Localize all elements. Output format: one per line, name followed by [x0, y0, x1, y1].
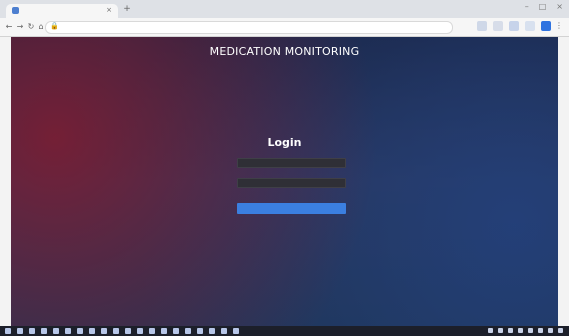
password-input[interactable]: [243, 179, 345, 187]
extension-icon[interactable]: [477, 21, 487, 31]
tray-icon[interactable]: [508, 328, 513, 333]
profile-icon[interactable]: [541, 21, 551, 31]
taskbar-left: [5, 328, 239, 334]
tray-icon[interactable]: [488, 328, 493, 333]
taskbar-app-icon[interactable]: [173, 328, 179, 334]
username-input[interactable]: [243, 159, 345, 167]
taskbar: [0, 326, 569, 336]
tray-icon[interactable]: [538, 328, 543, 333]
extension-icon[interactable]: [509, 21, 519, 31]
browser-toolbar: ← → ↻ ⌂ 🔒 ⋮: [0, 18, 569, 37]
taskbar-app-icon[interactable]: [29, 328, 35, 334]
taskbar-app-icon[interactable]: [101, 328, 107, 334]
close-tab-icon[interactable]: ×: [106, 6, 112, 14]
taskbar-app-icon[interactable]: [185, 328, 191, 334]
close-window-icon[interactable]: ×: [556, 2, 563, 11]
maximize-icon[interactable]: □: [539, 2, 547, 11]
taskbar-app-icon[interactable]: [125, 328, 131, 334]
taskbar-app-icon[interactable]: [53, 328, 59, 334]
taskbar-app-icon[interactable]: [89, 328, 95, 334]
login-title: Login: [267, 136, 302, 149]
address-bar[interactable]: 🔒: [45, 21, 453, 34]
taskbar-app-icon[interactable]: [197, 328, 203, 334]
extension-icon[interactable]: [525, 21, 535, 31]
tab-strip: × + – □ ×: [0, 0, 569, 18]
tray-icon[interactable]: [518, 328, 523, 333]
tray-icon[interactable]: [548, 328, 553, 333]
window-controls: – □ ×: [525, 2, 563, 11]
taskbar-app-icon[interactable]: [65, 328, 71, 334]
taskbar-app-icon[interactable]: [113, 328, 119, 334]
taskbar-app-icon[interactable]: [233, 328, 239, 334]
page-viewport: MEDICATION MONITORING Login: [11, 37, 558, 326]
extension-icon[interactable]: [493, 21, 503, 31]
login-button[interactable]: [237, 203, 346, 214]
username-field[interactable]: [237, 158, 346, 168]
taskbar-app-icon[interactable]: [17, 328, 23, 334]
minimize-icon[interactable]: –: [525, 2, 529, 11]
tray-icon[interactable]: [528, 328, 533, 333]
browser-tab[interactable]: ×: [6, 4, 118, 18]
start-icon[interactable]: [5, 328, 11, 334]
page-title: MEDICATION MONITORING: [209, 45, 360, 58]
taskbar-app-icon[interactable]: [41, 328, 47, 334]
reload-icon[interactable]: ↻: [26, 22, 36, 32]
forward-icon[interactable]: →: [15, 22, 25, 32]
system-tray: [488, 328, 563, 333]
extensions-area: [477, 21, 551, 31]
browser-window: × + – □ × ← → ↻ ⌂ 🔒 ⋮ MEDICATION MONITOR…: [0, 0, 569, 336]
lock-icon: 🔒: [50, 22, 59, 30]
taskbar-app-icon[interactable]: [137, 328, 143, 334]
page-favicon-icon: [12, 7, 19, 14]
taskbar-app-icon[interactable]: [161, 328, 167, 334]
password-field[interactable]: [237, 178, 346, 188]
tray-icon[interactable]: [558, 328, 563, 333]
more-vertical-icon[interactable]: ⋮: [555, 21, 563, 30]
back-icon[interactable]: ←: [4, 22, 14, 32]
new-tab-button[interactable]: +: [122, 4, 132, 14]
taskbar-app-icon[interactable]: [149, 328, 155, 334]
taskbar-app-icon[interactable]: [209, 328, 215, 334]
tray-icon[interactable]: [498, 328, 503, 333]
taskbar-app-icon[interactable]: [77, 328, 83, 334]
taskbar-app-icon[interactable]: [221, 328, 227, 334]
